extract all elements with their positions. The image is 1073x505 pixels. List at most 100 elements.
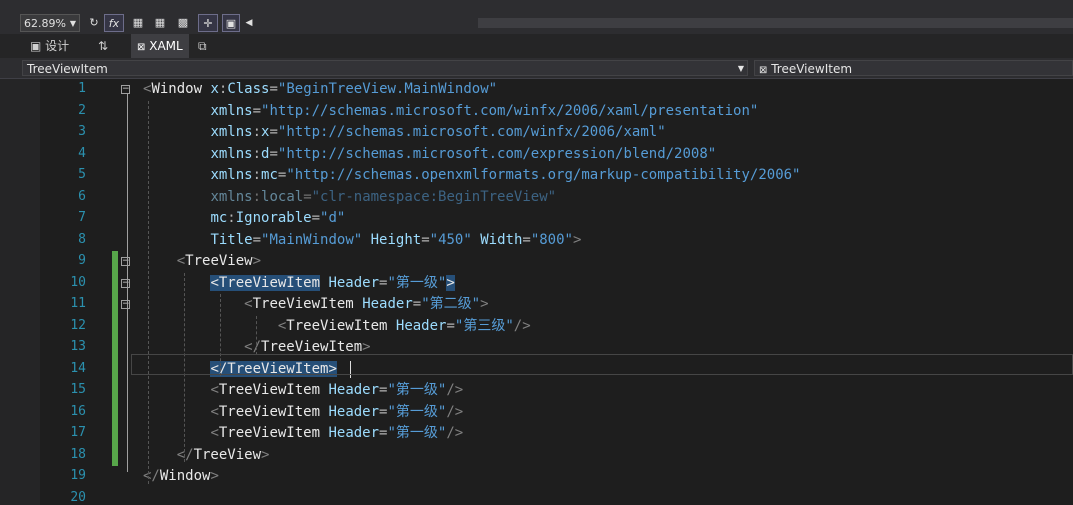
outline-line: [127, 94, 128, 472]
snap-lines-icon[interactable]: ✛: [198, 14, 218, 32]
line-number: 16: [70, 403, 86, 419]
swap-panes-button[interactable]: ⇅: [98, 34, 108, 58]
designer-toolbar: 62.89% ▼ ↻ fx ▦ ▦ ▩ ✛ ▣ ◀: [0, 0, 1073, 34]
code-token: mc: [261, 167, 278, 183]
code-token: "MainWindow": [261, 231, 363, 248]
code-token: xmlns: [210, 145, 253, 162]
code-token: "第一级": [387, 403, 447, 420]
code-token: :: [227, 210, 236, 226]
design-icon: ▣: [30, 39, 42, 53]
artboard-background-icon[interactable]: ▩: [176, 14, 190, 32]
code-token: Header: [328, 382, 380, 398]
zoom-select[interactable]: 62.89% ▼: [20, 14, 80, 32]
code-line: <TreeViewItem Header="第二级">: [143, 294, 488, 315]
code-token: local: [261, 188, 304, 205]
line-number: 11: [70, 296, 86, 311]
snap-grid-icon[interactable]: ▦: [152, 14, 168, 32]
code-line: xmlns="http://schemas.microsoft.com/winf…: [143, 101, 758, 122]
code-token: </: [176, 446, 194, 463]
horizontal-scrollbar[interactable]: [478, 18, 1073, 28]
code-token: xmlns: [210, 102, 253, 119]
code-token: =: [311, 210, 321, 226]
code-token: :: [252, 124, 262, 140]
zoom-value: 62.89%: [24, 17, 66, 30]
tab-xaml-label: XAML: [149, 39, 183, 53]
code-token: TreeViewItem: [218, 382, 321, 398]
xaml-code-editor[interactable]: 1 <Window x:Class="BeginTreeView.MainWind…: [0, 79, 1073, 505]
code-token: >: [362, 339, 371, 355]
collapse-icon[interactable]: −: [121, 300, 130, 309]
code-token: Header: [328, 403, 380, 420]
code-token: "第一级": [387, 425, 447, 441]
line-number: 9: [78, 253, 86, 268]
line-number: 19: [70, 468, 86, 483]
code-token: >: [572, 231, 582, 248]
code-token: >: [261, 446, 270, 463]
line-number: 6: [78, 188, 86, 204]
code-token: Window: [159, 468, 211, 484]
code-token: TreeView: [185, 253, 253, 269]
view-tabs: ▣ 设计 ⇅ ⊠ XAML ⧉: [0, 34, 1073, 58]
chevron-down-icon: ▼: [737, 64, 744, 73]
indent-guide: [147, 100, 149, 484]
code-token: Window: [151, 81, 203, 97]
code-token: >: [446, 274, 455, 291]
code-token: <: [244, 296, 253, 312]
fx-button[interactable]: fx: [104, 14, 124, 32]
code-token: "BeginTreeView.MainWindow": [277, 81, 498, 97]
code-line: <TreeView>: [143, 251, 261, 272]
element-selector-right[interactable]: ⊠ TreeViewItem: [754, 60, 1073, 76]
code-token: "第一级": [387, 382, 447, 398]
code-token: :: [252, 167, 262, 183]
grid-icon[interactable]: ▦: [130, 14, 146, 32]
element-selector-left[interactable]: TreeViewItem ▼: [22, 60, 748, 76]
collapse-icon[interactable]: −: [121, 85, 130, 94]
element-selector-left-label: TreeViewItem: [27, 62, 108, 76]
chevron-down-icon: ▼: [69, 19, 76, 28]
collapse-icon[interactable]: −: [121, 278, 130, 288]
current-line-highlight: [131, 354, 1073, 375]
code-token: "450": [429, 231, 472, 248]
code-token: TreeViewItem: [252, 296, 354, 312]
element-selector-right-label: TreeViewItem: [771, 62, 853, 76]
code-token: =: [252, 231, 262, 248]
code-line: </TreeView>: [143, 445, 270, 466]
line-number: 3: [78, 124, 86, 139]
code-token: </: [143, 468, 160, 484]
code-token: :: [252, 145, 262, 162]
line-number: 12: [70, 317, 86, 333]
code-line: <TreeViewItem Header="第一级"/>: [143, 402, 463, 423]
code-token: =: [446, 317, 455, 334]
line-number: 10: [70, 274, 86, 290]
change-indicator-bar: [112, 251, 118, 466]
code-line: Title="MainWindow" Height="450" Width="8…: [143, 230, 581, 251]
code-token: Header: [395, 317, 447, 334]
tab-xaml[interactable]: ⊠ XAML: [131, 34, 189, 58]
tab-design[interactable]: ▣ 设计: [30, 34, 69, 58]
code-token: TreeViewItem: [286, 317, 388, 334]
code-token: TreeViewItem: [261, 339, 363, 355]
popout-xaml-icon[interactable]: ⧉: [198, 34, 207, 58]
line-number: 15: [70, 382, 86, 397]
project-code-icon[interactable]: ▣: [222, 14, 240, 32]
code-token: Title: [210, 231, 253, 248]
code-line: <TreeViewItem Header="第一级"/>: [143, 380, 463, 401]
code-token: xmlns: [210, 188, 253, 205]
scroll-left-icon[interactable]: ◀: [244, 14, 254, 32]
code-token: Width: [480, 231, 523, 248]
line-number: 20: [70, 489, 86, 505]
code-token: </: [244, 339, 262, 355]
code-token: Class: [227, 81, 270, 97]
line-number: 8: [78, 231, 86, 247]
code-token: <: [210, 382, 219, 398]
code-token: <: [210, 403, 219, 420]
tab-design-label: 设计: [45, 39, 70, 53]
code-token: Ignorable: [235, 210, 312, 226]
code-token: :: [252, 188, 262, 205]
refresh-icon[interactable]: ↻: [88, 14, 100, 32]
collapse-icon[interactable]: −: [121, 257, 130, 266]
code-token: =: [269, 145, 278, 162]
